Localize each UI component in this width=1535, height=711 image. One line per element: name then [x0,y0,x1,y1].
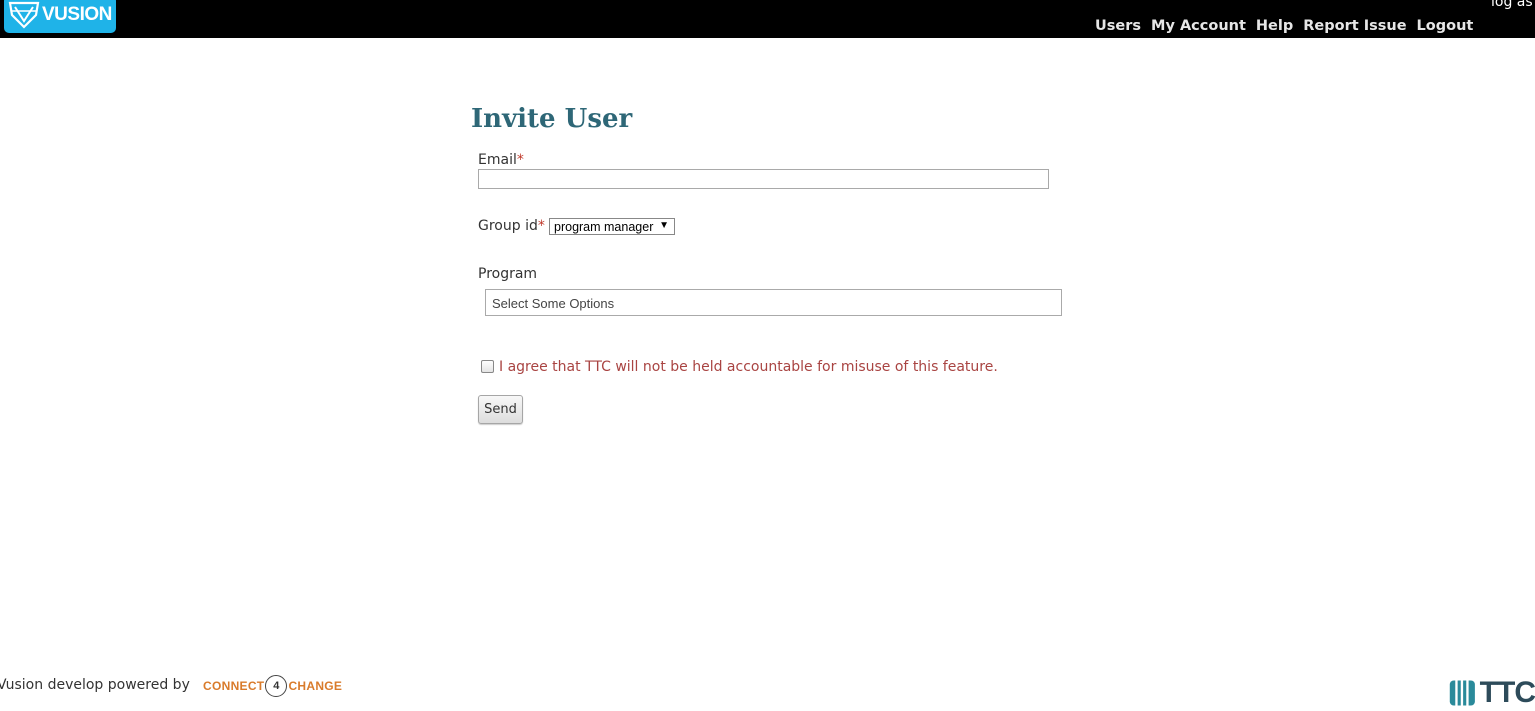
group-id-label: Group id* [478,218,545,234]
group-id-label-text: Group id [478,218,538,234]
c4c-left-text: CONNECT [203,679,265,693]
top-navbar: VUSION log as Users My Account Help Repo… [0,0,1535,38]
nav-my-account-link[interactable]: My Account [1151,18,1246,34]
group-id-select[interactable]: program manager ▼ [549,218,675,235]
group-id-selected-value: program manager [554,219,654,234]
email-label: Email* [478,152,524,168]
nav-logout-link[interactable]: Logout [1417,18,1474,34]
connect4change-logo[interactable]: CONNECT 4 CHANGE [203,675,342,697]
c4c-right-text: CHANGE [288,679,343,693]
ttc-text: TTC [1479,676,1535,709]
nav-help-link[interactable]: Help [1256,18,1293,34]
ttc-logo[interactable]: TTC [1449,676,1535,710]
agree-label: I agree that TTC will not be held accoun… [499,359,998,375]
vusion-logo[interactable]: VUSION [4,0,116,33]
program-placeholder: Select Some Options [492,296,615,311]
nav-report-issue-link[interactable]: Report Issue [1303,18,1406,34]
page-title: Invite User [471,104,633,134]
email-label-text: Email [478,152,517,168]
program-label: Program [478,266,538,282]
main-nav: Users My Account Help Report Issue Logou… [1095,18,1483,34]
email-field[interactable] [478,169,1049,189]
ttc-stripes-icon [1449,680,1475,706]
required-mark: * [537,218,545,234]
program-multiselect[interactable]: Select Some Options [485,289,1062,316]
logo-text: VUSION [42,3,112,25]
required-mark: * [516,152,524,168]
logged-as-text: log as [1491,0,1533,10]
agree-checkbox[interactable] [481,360,494,373]
send-button[interactable]: Send [478,395,523,424]
vusion-shield-icon [8,1,40,29]
nav-users-link[interactable]: Users [1095,18,1141,34]
dropdown-arrow-icon: ▼ [659,220,669,231]
footer-powered-text: Vusion develop powered by [0,677,190,693]
c4c-four-text: 4 [265,675,288,697]
